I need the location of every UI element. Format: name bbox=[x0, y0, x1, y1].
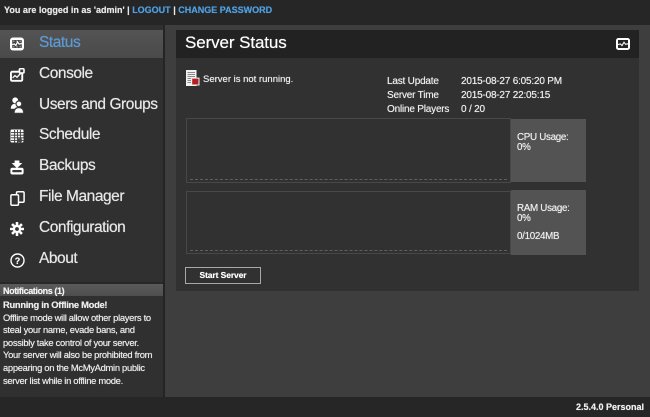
svg-text:?: ? bbox=[15, 255, 21, 265]
